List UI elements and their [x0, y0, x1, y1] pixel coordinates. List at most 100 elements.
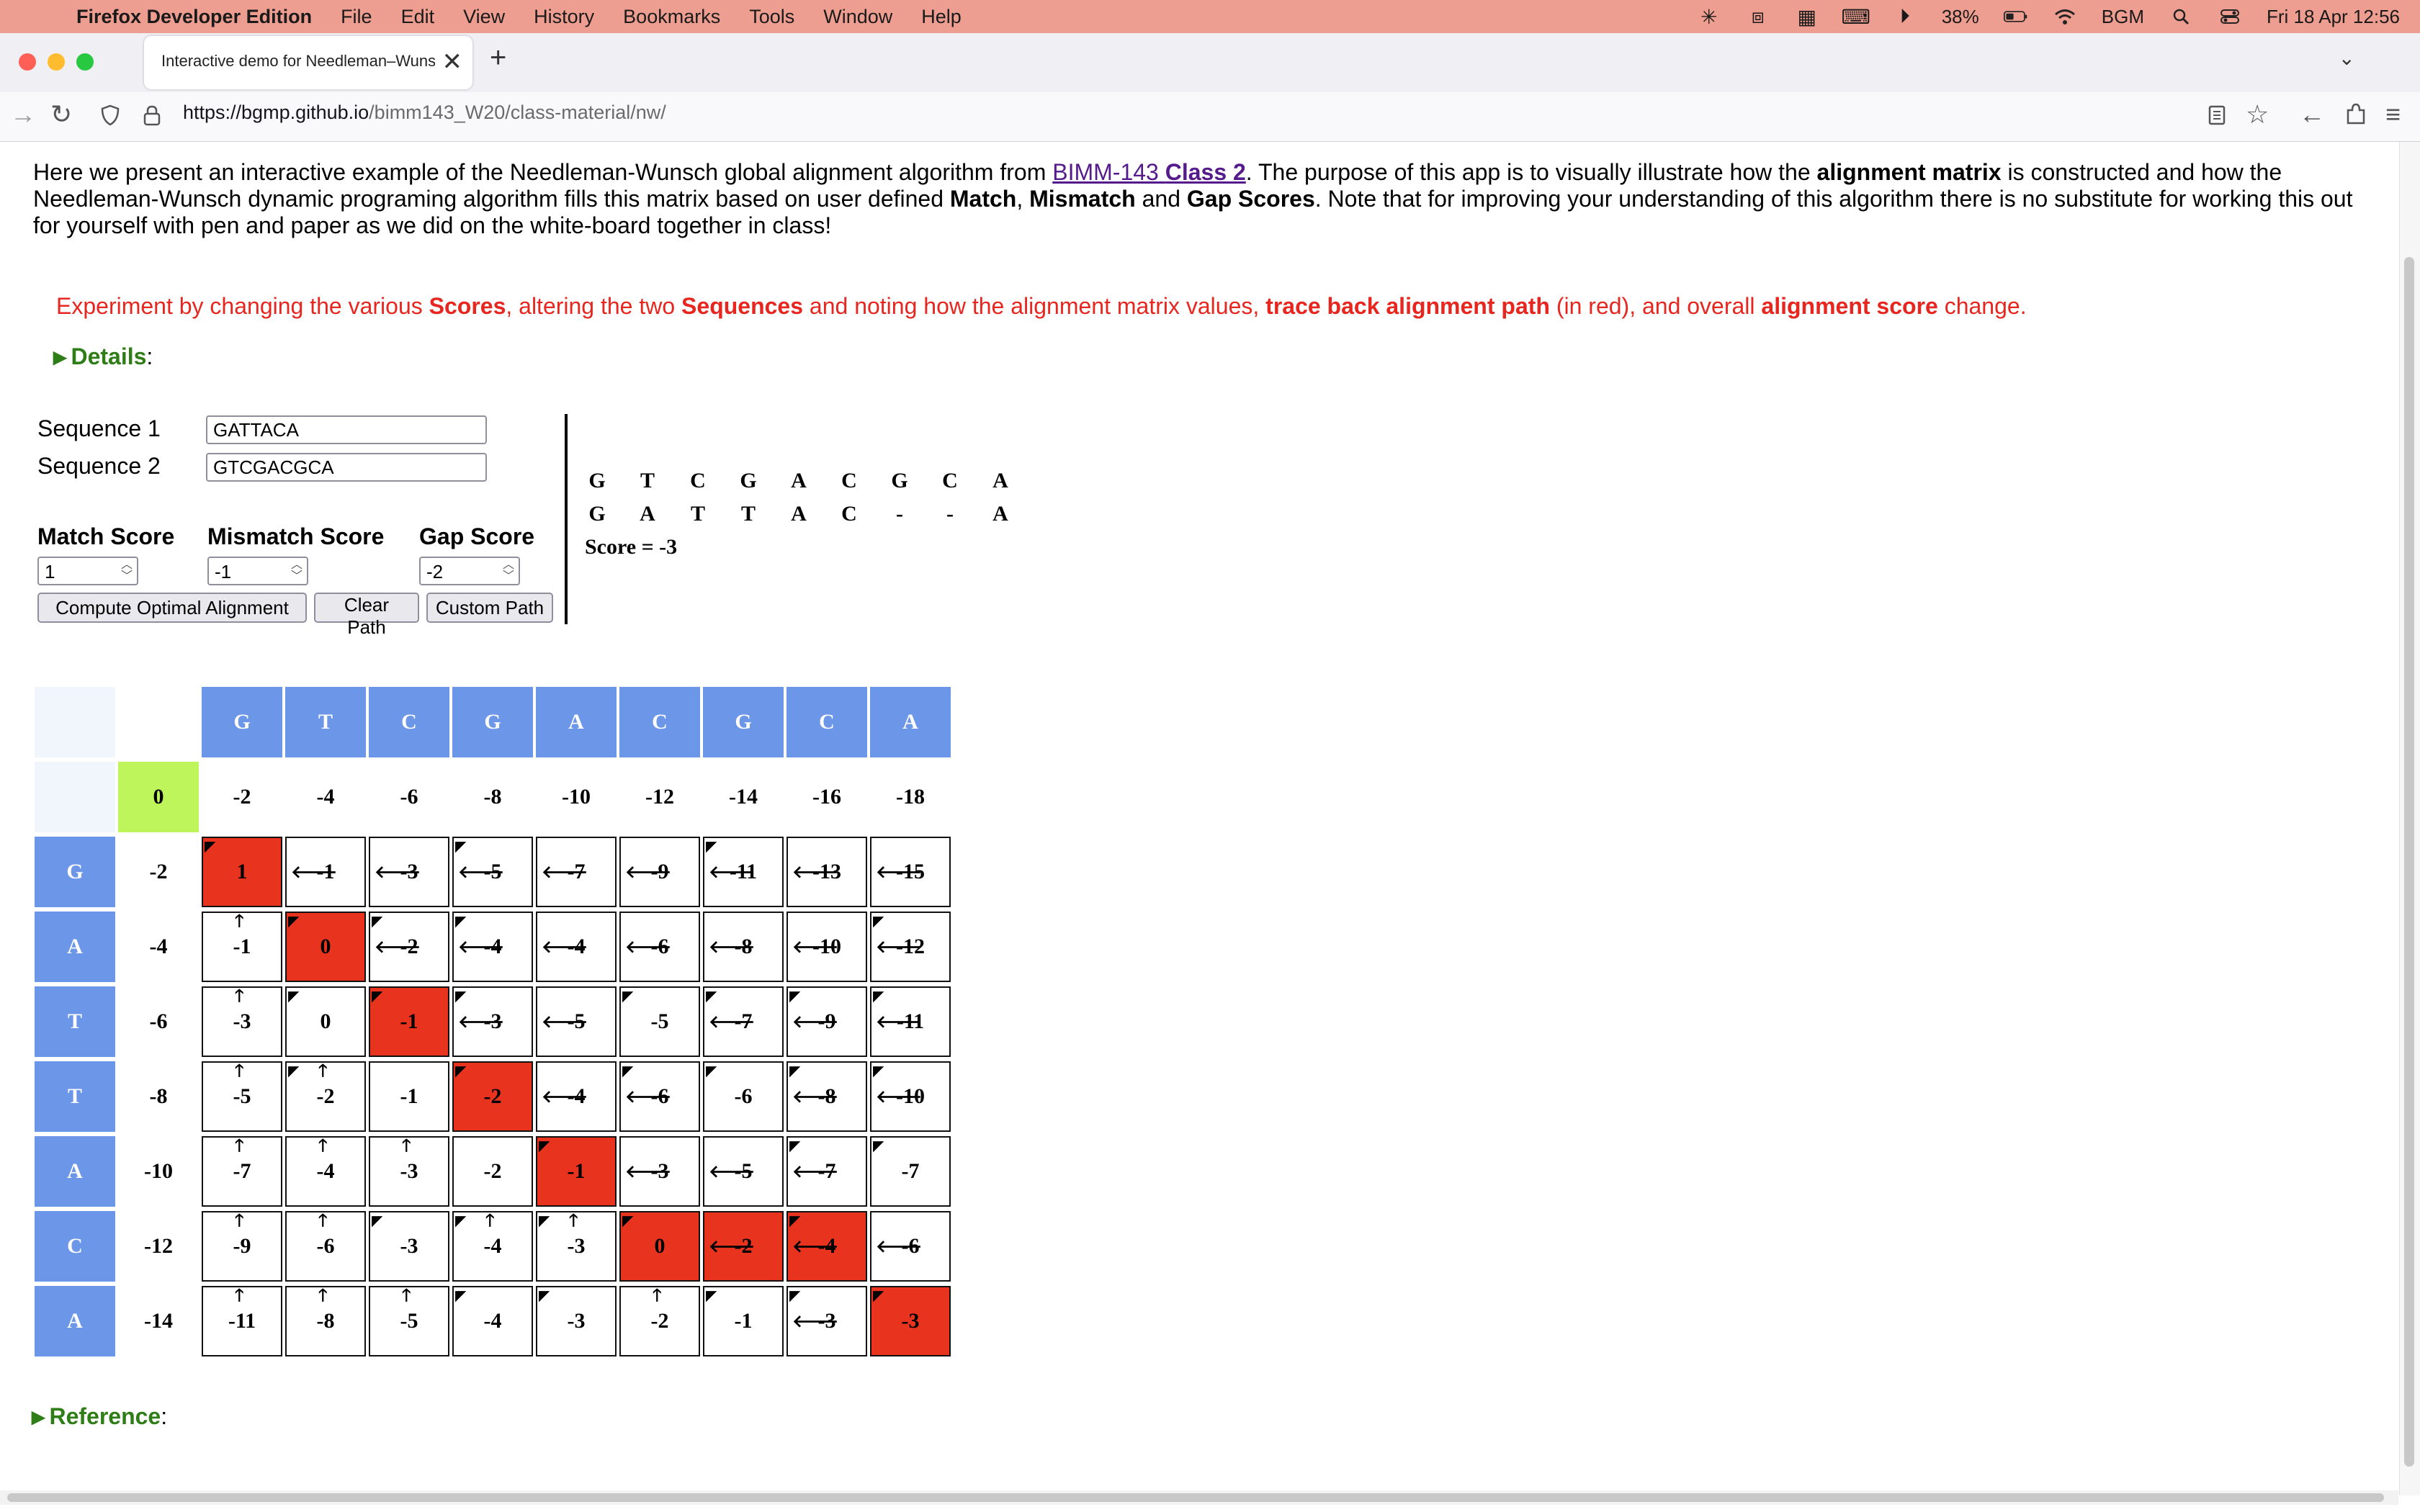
score-cell[interactable]: -8 🡐 — [703, 912, 784, 982]
score-cell[interactable]: -5 ◤ — [619, 986, 700, 1057]
match-score-stepper[interactable]: 1 ︿ ﹀ — [37, 557, 138, 585]
score-cell[interactable]: -1 ◤ — [703, 1286, 784, 1356]
score-cell[interactable]: -2 — [452, 1136, 533, 1207]
score-cell[interactable]: -3 ◤ — [369, 1211, 449, 1282]
score-cell[interactable]: -7 ◤ 🡐 — [786, 1136, 867, 1207]
score-cell[interactable]: -10 🡐 — [786, 912, 867, 982]
menu-app-name[interactable]: Firefox Developer Edition — [76, 6, 312, 28]
dropbox-status-icon[interactable]: ⧈ — [1746, 5, 1770, 27]
score-cell[interactable]: -8 🡑 — [285, 1286, 366, 1356]
menu-tools[interactable]: Tools — [749, 6, 794, 28]
grid-status-icon[interactable]: ▦ — [1795, 6, 1819, 28]
menu-file[interactable]: File — [341, 6, 372, 28]
score-cell[interactable]: -5 🡑 — [202, 1061, 282, 1132]
score-cell[interactable]: -7 ◤ — [870, 1136, 951, 1207]
back-arrow-icon[interactable]: ← — [2299, 99, 2325, 130]
new-tab-icon[interactable]: + — [490, 42, 506, 74]
score-cell[interactable]: 0 ◤ — [285, 986, 366, 1057]
vertical-scrollbar[interactable] — [2399, 142, 2420, 1495]
score-cell[interactable]: -2 ◤ 🡑 — [285, 1061, 366, 1132]
score-cell[interactable]: -2 🡑 — [619, 1286, 700, 1356]
score-cell[interactable]: -4 ◤ 🡑 — [452, 1211, 533, 1282]
url-bar[interactable]: https://bgmp.github.io/bimm143_W20/class… — [183, 102, 666, 124]
stepper-arrows-icon[interactable]: ︿ ﹀ — [291, 559, 302, 582]
wifi-icon[interactable] — [2053, 6, 2077, 27]
stepper-arrows-icon[interactable]: ︿ ﹀ — [121, 559, 133, 582]
menu-history[interactable]: History — [534, 6, 594, 28]
horizontal-scrollbar[interactable] — [0, 1490, 2398, 1505]
path-score-cell[interactable]: -4 ◤ 🡐 — [786, 1211, 867, 1282]
clear-path-button[interactable]: Clear Path — [314, 593, 419, 638]
browser-tab-active[interactable]: Interactive demo for Needleman–Wunsch ✕ — [144, 36, 472, 89]
score-cell[interactable]: -3 ◤ 🡐 — [786, 1286, 867, 1356]
path-score-cell[interactable]: -1 ◤ — [536, 1136, 617, 1207]
score-cell[interactable]: -5 🡑 — [369, 1286, 449, 1356]
score-cell[interactable]: -3 🡑 — [369, 1136, 449, 1207]
score-cell[interactable]: -11 🡑 — [202, 1286, 282, 1356]
menu-edit[interactable]: Edit — [401, 6, 435, 28]
score-cell[interactable]: -4 ◤ 🡐 — [452, 912, 533, 982]
path-score-cell[interactable]: -3 ◤ — [870, 1286, 951, 1356]
mismatch-score-stepper[interactable]: -1 ︿ ﹀ — [207, 557, 308, 585]
scrollbar-thumb[interactable] — [2404, 257, 2414, 1467]
clock-datetime[interactable]: Fri 18 Apr 12:56 — [2267, 6, 2400, 28]
score-cell[interactable]: -7 🡐 — [536, 837, 617, 907]
score-cell[interactable]: -3 🡐 — [369, 837, 449, 907]
asterisk-status-icon[interactable]: ✳ — [1697, 6, 1721, 28]
score-cell[interactable]: -8 ◤ 🡐 — [786, 1061, 867, 1132]
score-cell[interactable]: -3 ◤ 🡑 — [536, 1211, 617, 1282]
score-cell[interactable]: -9 🡐 — [619, 837, 700, 907]
spotlight-search-icon[interactable] — [2169, 6, 2193, 27]
reader-view-icon[interactable] — [2208, 102, 2226, 132]
control-center-icon[interactable] — [2218, 6, 2242, 27]
menu-window[interactable]: Window — [823, 6, 892, 28]
score-cell[interactable]: -3 ◤ 🡐 — [452, 986, 533, 1057]
score-cell[interactable]: -5 🡐 — [703, 1136, 784, 1207]
menu-bookmarks[interactable]: Bookmarks — [623, 6, 720, 28]
window-close-button[interactable] — [19, 53, 36, 71]
stepper-arrows-icon[interactable]: ︿ ﹀ — [503, 559, 514, 582]
custom-path-button[interactable]: Custom Path — [426, 593, 553, 623]
score-cell[interactable]: -6 🡐 — [619, 912, 700, 982]
horizontal-scrollbar-thumb[interactable] — [7, 1493, 2384, 1502]
score-cell[interactable]: -3 🡑 — [202, 986, 282, 1057]
tab-close-icon[interactable]: ✕ — [442, 48, 463, 76]
user-name[interactable]: BGM — [2102, 6, 2144, 28]
score-cell[interactable]: -7 ◤ 🡐 — [703, 986, 784, 1057]
path-score-cell[interactable]: 0 ◤ — [285, 912, 366, 982]
path-score-cell[interactable]: -1 ◤ — [369, 986, 449, 1057]
seq2-input[interactable] — [206, 453, 487, 482]
tab-list-chevron-icon[interactable]: ⌄ — [2339, 46, 2355, 70]
compute-optimal-alignment-button[interactable]: Compute Optimal Alignment — [37, 593, 307, 623]
score-cell[interactable]: -5 ◤ 🡐 — [452, 837, 533, 907]
shield-icon[interactable] — [101, 102, 120, 132]
score-cell[interactable]: -12 ◤ 🡐 — [870, 912, 951, 982]
score-cell[interactable]: -1 🡐 — [285, 837, 366, 907]
window-minimize-button[interactable] — [48, 53, 65, 71]
keyboard-status-icon[interactable]: ⌨ — [1842, 6, 1870, 28]
score-cell[interactable]: -6 🡐 — [870, 1211, 951, 1282]
battery-icon[interactable] — [2003, 6, 2028, 27]
score-cell[interactable]: -11 ◤ 🡐 — [870, 986, 951, 1057]
score-cell[interactable]: -9 🡑 — [202, 1211, 282, 1282]
menu-help[interactable]: Help — [921, 6, 962, 28]
score-cell[interactable]: -4 🡑 — [285, 1136, 366, 1207]
score-cell[interactable]: -5 🡐 — [536, 986, 617, 1057]
path-score-cell[interactable]: -2 ◤ — [452, 1061, 533, 1132]
score-cell[interactable]: -7 🡑 — [202, 1136, 282, 1207]
score-cell[interactable]: -6 ◤ 🡐 — [619, 1061, 700, 1132]
bimm143-class2-link[interactable]: BIMM-143 Class 2 — [1052, 159, 1246, 185]
score-cell[interactable]: -6 🡑 — [285, 1211, 366, 1282]
path-score-cell[interactable]: 1 ◤ — [202, 837, 282, 907]
lock-icon[interactable] — [143, 102, 161, 132]
score-cell[interactable]: -11 ◤ 🡐 — [703, 837, 784, 907]
menu-view[interactable]: View — [463, 6, 505, 28]
score-cell[interactable]: -1 — [369, 1061, 449, 1132]
reference-summary[interactable]: ▶ Reference: — [32, 1403, 167, 1430]
details-summary[interactable]: ▶ Details: — [53, 343, 153, 370]
score-cell[interactable]: -13 🡐 — [786, 837, 867, 907]
score-cell[interactable]: -4 🡐 — [536, 912, 617, 982]
score-cell[interactable]: -10 ◤ 🡐 — [870, 1061, 951, 1132]
path-score-cell[interactable]: 0 ◤ — [619, 1211, 700, 1282]
window-zoom-button[interactable] — [76, 53, 94, 71]
